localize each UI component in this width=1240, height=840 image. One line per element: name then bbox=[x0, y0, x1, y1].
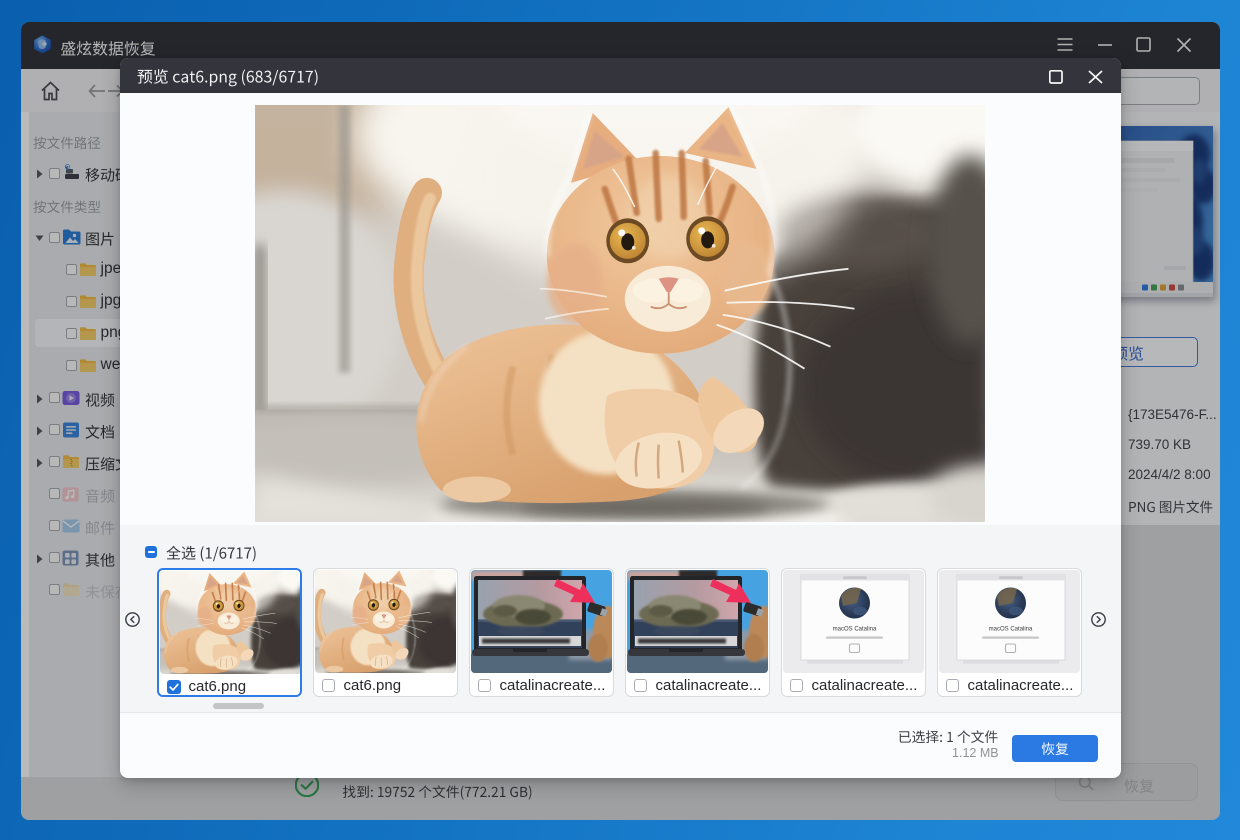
svg-text:macOS Catalina: macOS Catalina bbox=[833, 626, 877, 632]
svg-text:macOS Catalina: macOS Catalina bbox=[989, 626, 1033, 632]
